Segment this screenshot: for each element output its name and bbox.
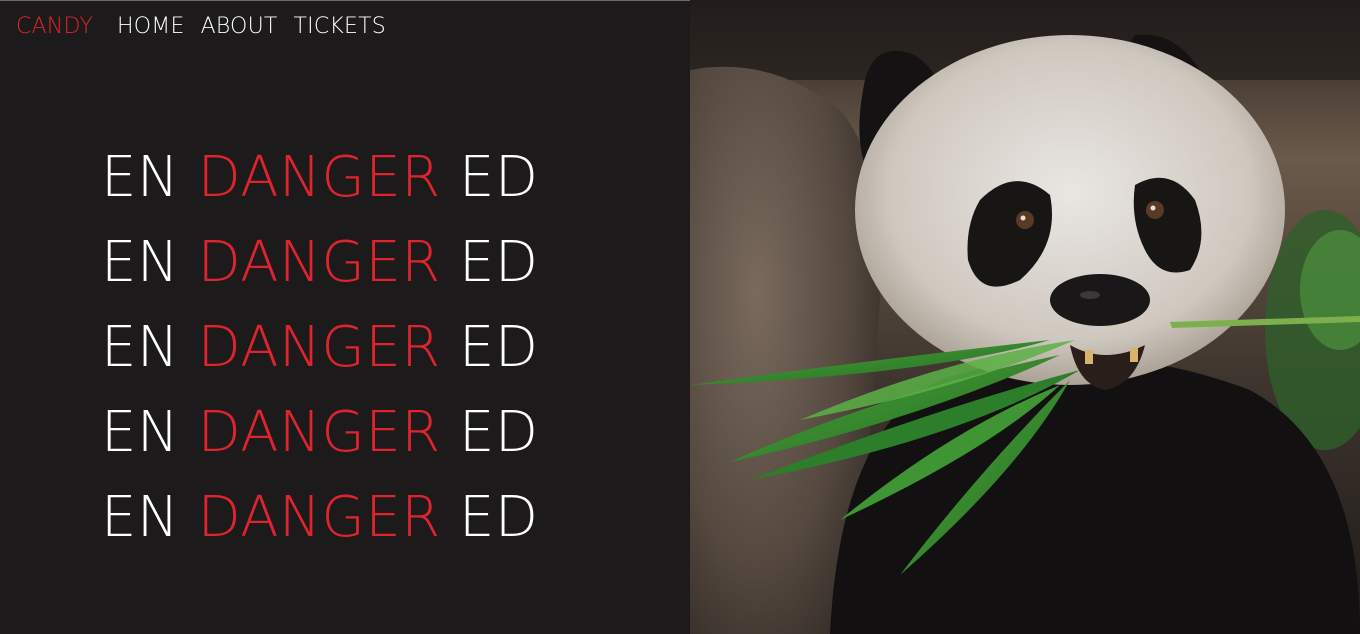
word-en: EN bbox=[101, 485, 180, 550]
word-ed: ED bbox=[458, 145, 539, 210]
word-en: EN bbox=[101, 230, 180, 295]
endangered-line: EN DANGER ED bbox=[101, 305, 571, 390]
word-danger: DANGER bbox=[197, 485, 441, 550]
word-ed: ED bbox=[458, 485, 539, 550]
endangered-line: EN DANGER ED bbox=[101, 475, 571, 560]
endangered-line: EN DANGER ED bbox=[101, 135, 571, 220]
word-ed: ED bbox=[458, 230, 539, 295]
word-danger: DANGER bbox=[197, 400, 441, 465]
nav-about-link[interactable]: ABOUT bbox=[201, 12, 278, 42]
word-ed: ED bbox=[458, 400, 539, 465]
main-nav: CANDY HOME ABOUT TICKETS bbox=[16, 12, 402, 42]
endangered-line: EN DANGER ED bbox=[101, 220, 571, 305]
endangered-text-stack: EN DANGER ED EN DANGER ED EN DANGER ED E… bbox=[101, 135, 571, 560]
word-en: EN bbox=[101, 315, 180, 380]
word-danger: DANGER bbox=[197, 145, 441, 210]
word-ed: ED bbox=[458, 315, 539, 380]
nav-home-link[interactable]: HOME bbox=[117, 12, 185, 42]
word-en: EN bbox=[101, 400, 180, 465]
word-danger: DANGER bbox=[197, 315, 441, 380]
word-en: EN bbox=[101, 145, 180, 210]
word-danger: DANGER bbox=[197, 230, 441, 295]
nav-tickets-link[interactable]: TICKETS bbox=[294, 12, 386, 42]
brand-logo-link[interactable]: CANDY bbox=[16, 12, 93, 42]
panda-hero-image bbox=[690, 0, 1360, 634]
endangered-line: EN DANGER ED bbox=[101, 390, 571, 475]
